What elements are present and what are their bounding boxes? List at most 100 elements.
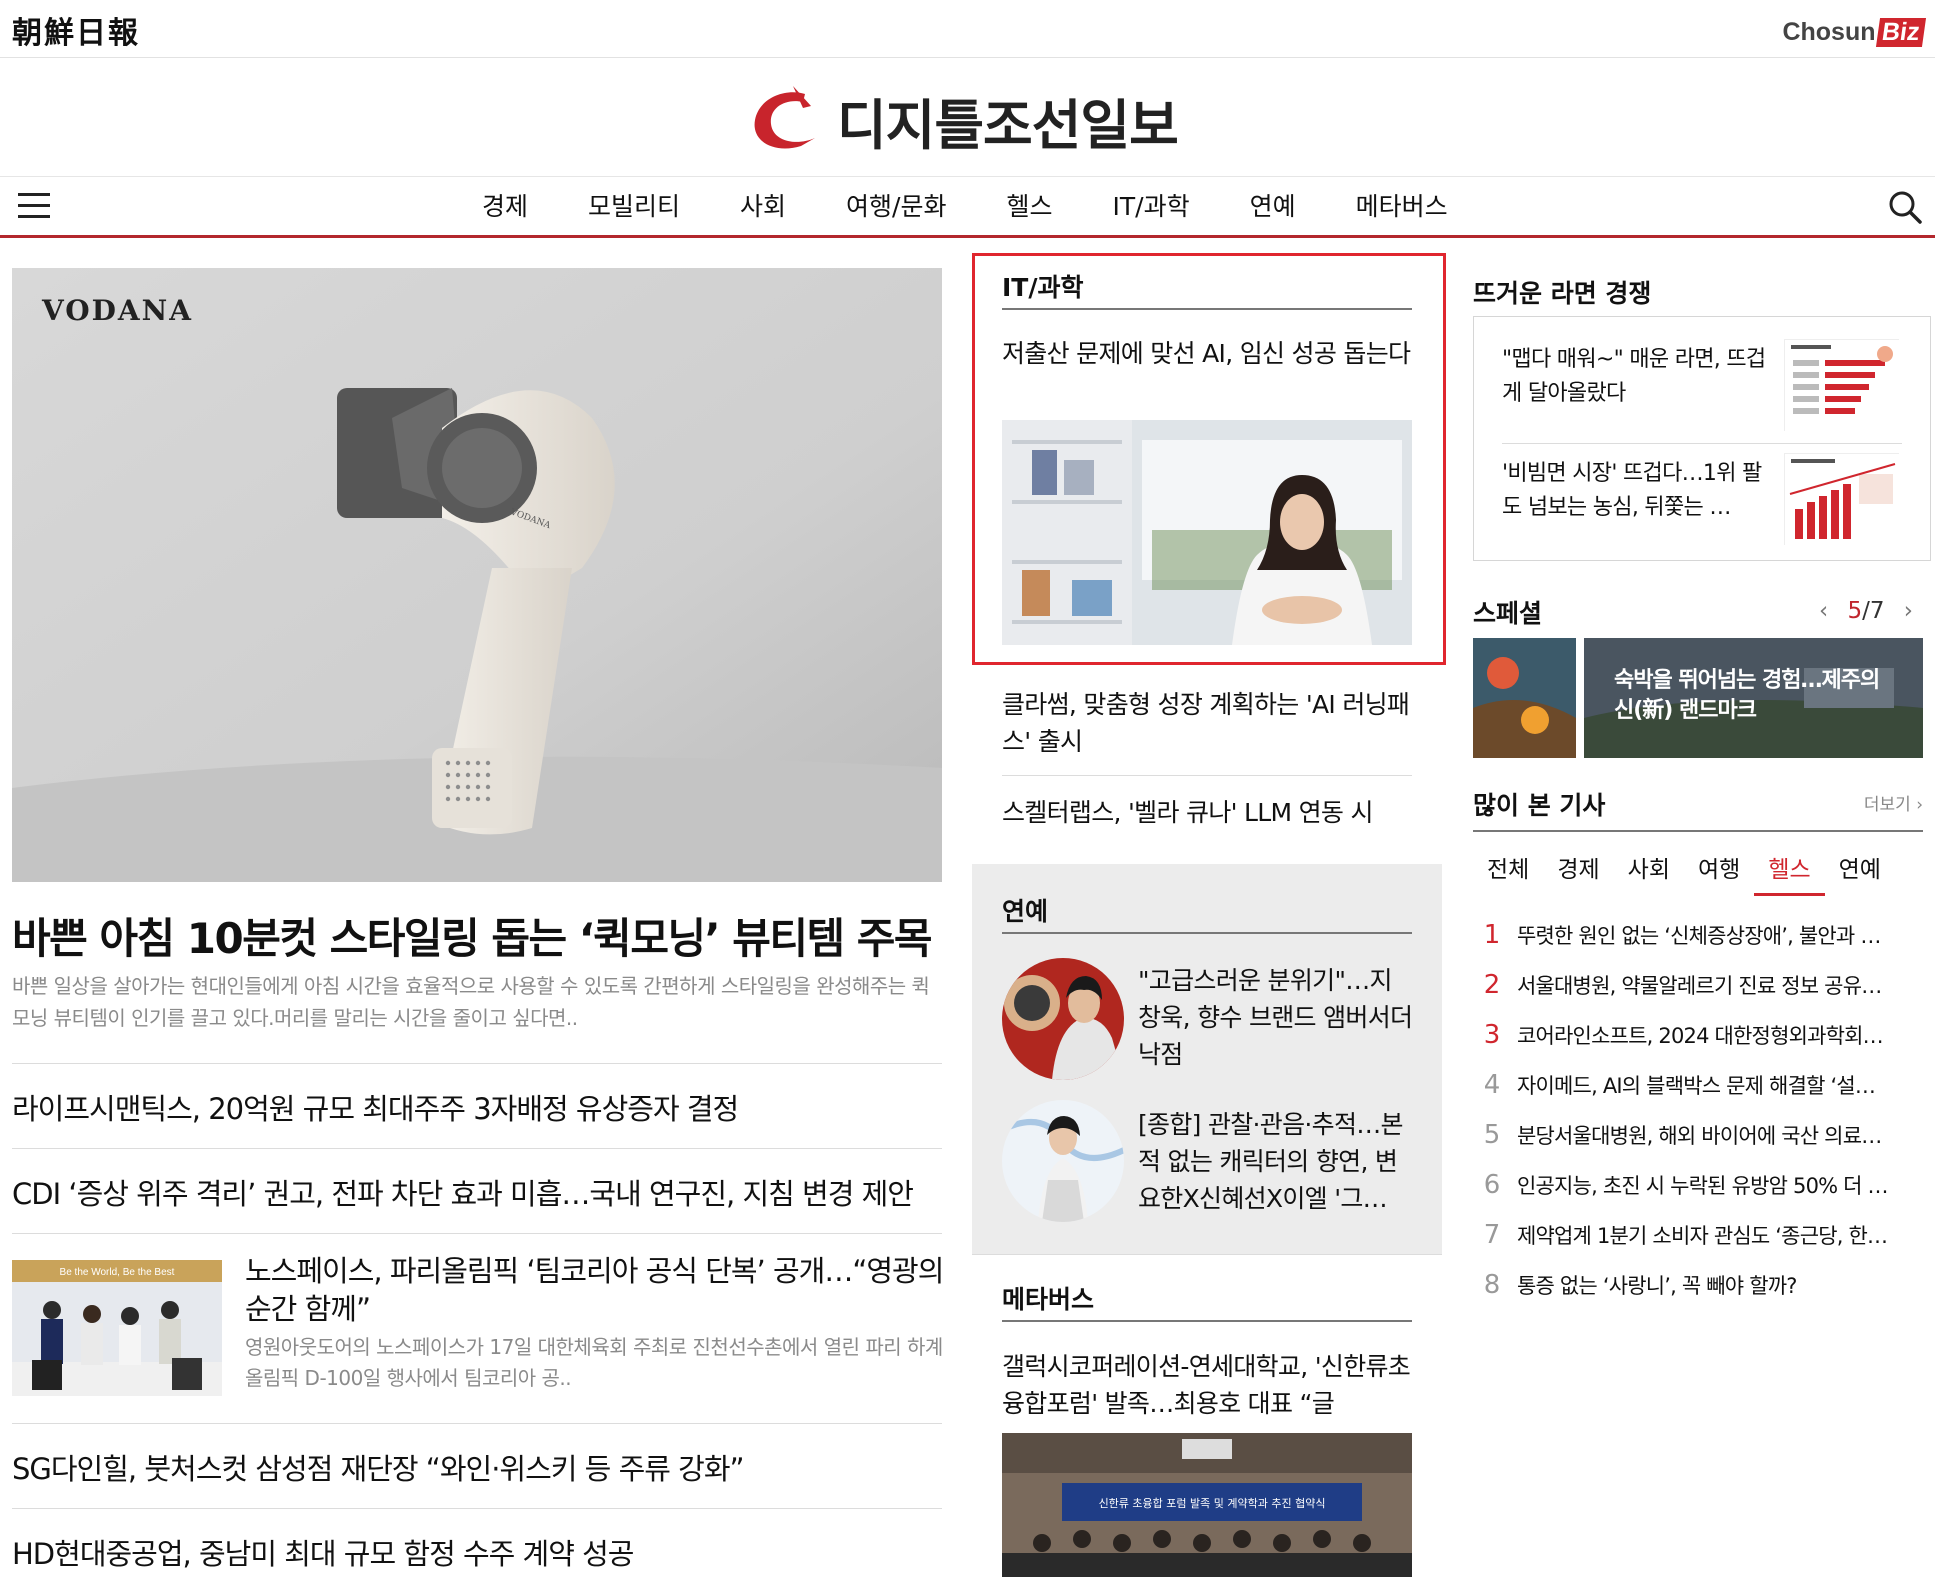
nav-item-society[interactable]: 사회 xyxy=(710,187,816,227)
top-bar: 朝鮮日報 Chosun Biz xyxy=(0,0,1935,58)
special-thumb-prev[interactable] xyxy=(1473,638,1576,758)
rank-number: 1 xyxy=(1483,920,1501,950)
most-viewed-title-text: 통증 없는 ‘사랑니’, 꼭 빼야 할까? xyxy=(1517,1274,1797,1298)
most-viewed-title-text: 분당서울대병원, 해외 바이어에 국산 의료… xyxy=(1517,1124,1882,1148)
left-feature-thumb-banner: Be the World, Be the Best xyxy=(60,1267,175,1278)
it-section-title[interactable]: IT/과학 xyxy=(1002,268,1084,304)
entertainment-section-title[interactable]: 연예 xyxy=(1002,892,1048,928)
main-nav: 경제 모빌리티 사회 여행/문화 헬스 IT/과학 연예 메타버스 xyxy=(0,176,1935,238)
ramen-section-title[interactable]: 뜨거운 라면 경쟁 xyxy=(1473,274,1651,310)
nav-item-economy[interactable]: 경제 xyxy=(452,187,558,227)
chosunbiz-logo[interactable]: Chosun Biz xyxy=(1782,14,1926,50)
entertainment-section-rule xyxy=(1002,932,1412,934)
divider xyxy=(972,1254,1442,1255)
nav-item-it-science[interactable]: IT/과학 xyxy=(1083,187,1220,227)
most-viewed-item[interactable]: 8 통증 없는 ‘사랑니’, 꼭 빼야 할까? xyxy=(1473,1265,1923,1305)
tab-society[interactable]: 사회 xyxy=(1614,852,1684,896)
tab-all[interactable]: 전체 xyxy=(1473,852,1543,896)
special-page-total: 7 xyxy=(1869,598,1885,624)
nav-item-health[interactable]: 헬스 xyxy=(976,187,1082,227)
divider xyxy=(1502,443,1902,444)
most-viewed-item[interactable]: 4 자이메드, AI의 블랙박스 문제 해결할 ‘설… xyxy=(1473,1065,1923,1105)
nav-item-travel-culture[interactable]: 여행/문화 xyxy=(816,187,976,227)
entertainment-article-2[interactable]: [종합] 관찰·관음·추적…본 적 없는 캐릭터의 향연, 변요한X신혜선X이엘… xyxy=(1138,1106,1414,1217)
special-banner[interactable]: 숙박을 뛰어넘는 경험…제주의 신(新) 랜드마크 xyxy=(1584,638,1923,758)
most-viewed-title-text: 코어라인소프트, 2024 대한정형외과학회… xyxy=(1517,1024,1884,1048)
metaverse-section-rule xyxy=(1002,1320,1412,1322)
tab-entertainment[interactable]: 연예 xyxy=(1825,852,1895,896)
rank-number: 6 xyxy=(1483,1170,1501,1200)
nav-item-mobility[interactable]: 모빌리티 xyxy=(558,187,710,227)
chosunbiz-logo-badge: Biz xyxy=(1875,17,1926,47)
divider xyxy=(12,1508,942,1509)
most-viewed-item[interactable]: 3 코어라인소프트, 2024 대한정형외과학회… xyxy=(1473,1015,1923,1055)
special-pager: ‹ 5/7 › xyxy=(1819,598,1913,624)
entertainment-thumb-2[interactable] xyxy=(1002,1100,1124,1222)
ramen-article-1[interactable]: "맵다 매워~" 매운 라면, 뜨겁게 달아올랐다 xyxy=(1502,343,1772,411)
divider xyxy=(12,1148,942,1149)
hero-image-brand: VODANA xyxy=(41,294,193,327)
most-viewed-item[interactable]: 6 인공지능, 초진 시 누락된 유방암 50% 더 … xyxy=(1473,1165,1923,1205)
most-viewed-title-text: 인공지능, 초진 시 누락된 유방암 50% 더 … xyxy=(1517,1174,1889,1198)
nav-items: 경제 모빌리티 사회 여행/문화 헬스 IT/과학 연예 메타버스 xyxy=(452,187,1478,227)
most-viewed-item[interactable]: 5 분당서울대병원, 해외 바이어에 국산 의료… xyxy=(1473,1115,1923,1155)
it-article-2[interactable]: 스켈터랩스, '벨라 큐나' LLM 연동 시 xyxy=(1002,794,1414,831)
left-article-3[interactable]: SG다인힐, 붓처스컷 삼성점 재단장 “와인·위스키 등 주류 강화” xyxy=(12,1446,745,1488)
entertainment-article-1[interactable]: "고급스러운 분위기"…지창욱, 향수 브랜드 앰버서더 낙점 xyxy=(1138,962,1414,1073)
left-article-2[interactable]: CDI ‘증상 위주 격리’ 권고, 전파 차단 효과 미흡…국내 연구진, 지… xyxy=(12,1171,914,1213)
metaverse-lead-image[interactable]: 신한류 초융합 포럼 발족 및 계약학과 추진 협약식 xyxy=(1002,1433,1412,1577)
ramen-article-2[interactable]: '비빔면 시장' 뜨겁다…1위 팔도 넘보는 농심, 뒤쫓는 … xyxy=(1502,457,1772,525)
menu-icon[interactable] xyxy=(18,193,50,221)
ramen-thumb-1[interactable] xyxy=(1784,339,1900,432)
site-logo-mark-icon xyxy=(754,86,815,149)
rank-number: 8 xyxy=(1483,1270,1501,1300)
most-viewed-header: 많이 본 기사 더보기 › xyxy=(1473,786,1923,832)
special-section-title[interactable]: 스페셜 xyxy=(1473,594,1542,630)
search-icon[interactable] xyxy=(1887,189,1923,225)
chosunbiz-logo-text: Chosun xyxy=(1782,17,1876,46)
chevron-left-icon[interactable]: ‹ xyxy=(1819,598,1828,624)
metaverse-section-title[interactable]: 메타버스 xyxy=(1002,1280,1094,1316)
chevron-right-icon[interactable]: › xyxy=(1904,598,1913,624)
special-page-sep: / xyxy=(1862,598,1870,624)
hero-image[interactable]: VODANA VODANA xyxy=(12,268,942,882)
most-viewed-item[interactable]: 7 제약업계 1분기 소비자 관심도 ‘종근당, 한… xyxy=(1473,1215,1923,1255)
most-viewed-tabs: 전체 경제 사회 여행 헬스 연예 xyxy=(1473,852,1895,896)
divider xyxy=(1002,775,1412,776)
metaverse-banner-text: 신한류 초융합 포럼 발족 및 계약학과 추진 협약식 xyxy=(1099,1496,1326,1510)
most-viewed-item[interactable]: 2 서울대병원, 약물알레르기 진료 정보 공유… xyxy=(1473,965,1923,1005)
it-lead-image[interactable] xyxy=(1002,420,1412,645)
it-lead-title[interactable]: 저출산 문제에 맞선 AI, 임신 성공 돕는다 xyxy=(1002,335,1414,372)
most-viewed-title-text: 자이메드, AI의 블랙박스 문제 해결할 ‘설… xyxy=(1517,1074,1876,1098)
hero-desc: 바쁜 일상을 살아가는 현대인들에게 아침 시간을 효율적으로 사용할 수 있도… xyxy=(12,974,930,1030)
chevron-right-icon: › xyxy=(1916,795,1923,815)
most-viewed-title-text: 서울대병원, 약물알레르기 진료 정보 공유… xyxy=(1517,974,1882,998)
left-article-4[interactable]: HD현대중공업, 중남미 최대 규모 함정 수주 계약 성공 xyxy=(12,1531,634,1573)
rank-number: 4 xyxy=(1483,1070,1501,1100)
most-viewed-title[interactable]: 많이 본 기사 xyxy=(1473,786,1605,822)
left-article-1[interactable]: 라이프시맨틱스, 20억원 규모 최대주주 3자배정 유상증자 결정 xyxy=(12,1086,739,1128)
most-viewed-title-text: 제약업계 1분기 소비자 관심도 ‘종근당, 한… xyxy=(1517,1224,1888,1248)
nav-item-metaverse[interactable]: 메타버스 xyxy=(1326,187,1478,227)
more-link[interactable]: 더보기 › xyxy=(1864,790,1923,815)
divider xyxy=(12,1423,942,1424)
ramen-thumb-2[interactable] xyxy=(1784,453,1900,546)
divider xyxy=(12,1063,942,1064)
chosun-ilbo-logo[interactable]: 朝鮮日報 xyxy=(12,8,140,52)
tab-health[interactable]: 헬스 xyxy=(1754,852,1825,896)
metaverse-lead-title[interactable]: 갤럭시코퍼레이션-연세대학교, '신한류초융합포럼' 발족…최용호 대표 “글 xyxy=(1002,1348,1414,1422)
rank-number: 2 xyxy=(1483,970,1501,1000)
nav-item-entertainment[interactable]: 연예 xyxy=(1220,187,1326,227)
site-logo[interactable]: 디지틀조선일보 xyxy=(745,80,1179,160)
left-feature-title[interactable]: 노스페이스, 파리올림픽 ‘팀코리아 공식 단복’ 공개…“영광의 순간 함께” xyxy=(245,1252,945,1328)
divider xyxy=(12,1233,942,1234)
tab-travel[interactable]: 여행 xyxy=(1684,852,1754,896)
it-article-1[interactable]: 클라썸, 맞춤형 성장 계획하는 'AI 러닝패스' 출시 xyxy=(1002,686,1414,760)
entertainment-thumb-1[interactable] xyxy=(1002,958,1124,1080)
left-feature-thumbnail[interactable]: Be the World, Be the Best xyxy=(12,1260,222,1396)
left-feature-desc: 영원아웃도어의 노스페이스가 17일 대한체육회 주최로 진천선수촌에서 열린 … xyxy=(245,1335,943,1390)
most-viewed-title-text: 뚜렷한 원인 없는 ‘신체증상장애’, 불안과 … xyxy=(1517,924,1881,948)
hero-title[interactable]: 바쁜 아침 10분컷 스타일링 돕는 ‘퀵모닝’ 뷰티템 주목 xyxy=(12,905,933,966)
tab-economy[interactable]: 경제 xyxy=(1543,852,1613,896)
most-viewed-item[interactable]: 1 뚜렷한 원인 없는 ‘신체증상장애’, 불안과 … xyxy=(1473,915,1923,955)
